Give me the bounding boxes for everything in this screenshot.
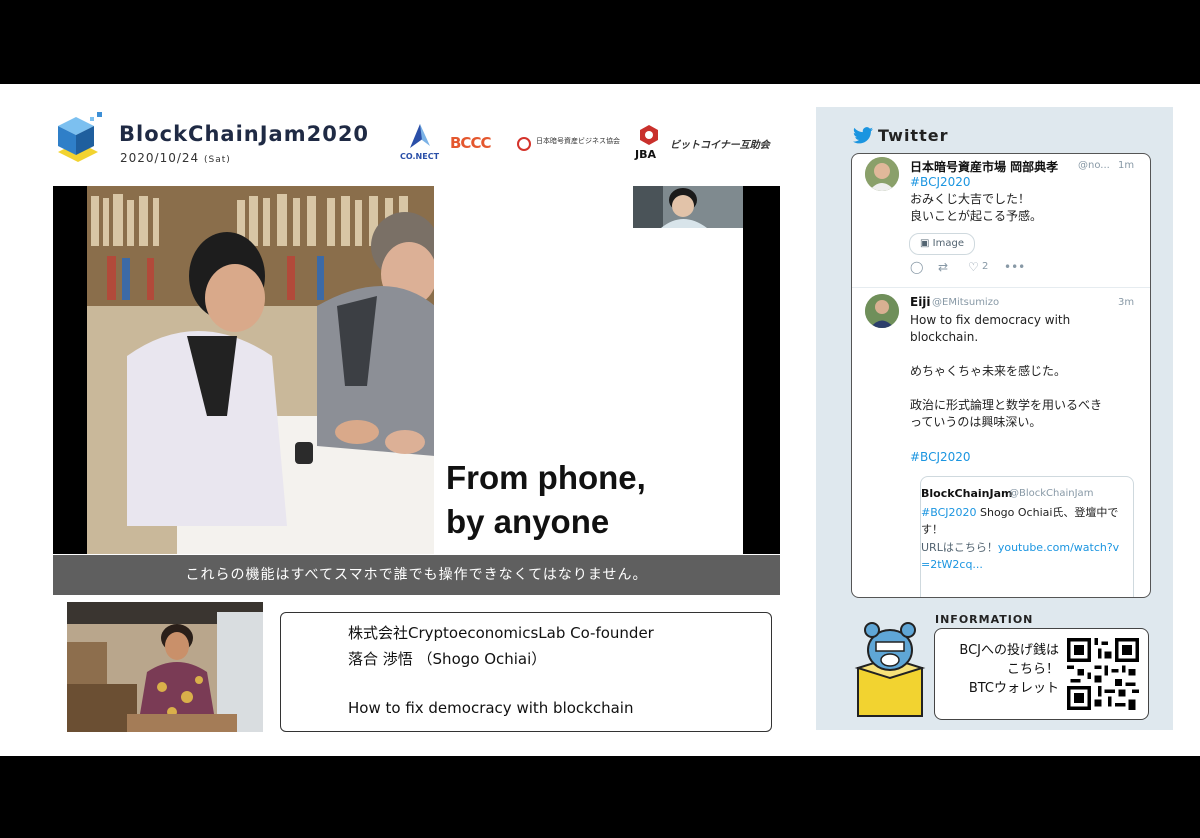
speaker-camera — [67, 602, 263, 732]
quoted-url-line: URLはこちら！youtube.com/watch?v=2tW2cq... — [921, 539, 1127, 573]
pip-camera-image — [633, 186, 743, 228]
tweet-1-like-count: 2 — [982, 261, 989, 272]
image-icon: ▣ — [920, 238, 933, 249]
blockchainjam-cube-logo — [58, 112, 102, 162]
quoted-text: #BCJ2020 Shogo Ochiai氏、登壇中です！ — [921, 504, 1127, 538]
event-day: (Sat) — [204, 155, 231, 165]
event-title: BlockChainJam2020 — [119, 122, 370, 146]
tweet-1-hashtag[interactable]: #BCJ2020 — [910, 174, 971, 191]
quoted-hashtag[interactable]: #BCJ2020 — [921, 506, 977, 519]
jba-hex-icon — [640, 125, 658, 145]
conect-logo-icon — [410, 124, 430, 148]
sponsor-bccc: BCCC — [450, 134, 491, 152]
tweet-2-hashtag[interactable]: #BCJ2020 — [910, 449, 971, 466]
quoted-url-prefix: URLはこちら！ — [921, 541, 998, 554]
tweet-1-image-chip[interactable]: ▣ Image — [909, 233, 975, 255]
tweet-2-name[interactable]: Eiji — [910, 295, 931, 309]
presentation-slide: From phone, by anyone — [53, 186, 780, 554]
tweet-1-avatar-image — [865, 157, 899, 191]
twitter-feed[interactable]: 日本暗号資産市場 岡部典孝 @no... 1m #BCJ2020 おみくじ大吉で… — [851, 153, 1151, 598]
tweet-1-avatar[interactable] — [865, 157, 899, 191]
presenter-pip-camera — [633, 186, 743, 228]
speaker-affiliation: 株式会社CryptoeconomicsLab Co-founder — [348, 624, 654, 642]
jcba-ring-icon — [517, 137, 531, 151]
slide-caption: From phone, by anyone — [446, 459, 646, 540]
twitter-bird-icon — [853, 127, 873, 144]
speaker-info-box: 株式会社CryptoeconomicsLab Co-founder 落合 渉悟 … — [280, 612, 772, 732]
tweet-2-avatar[interactable] — [865, 294, 899, 328]
sponsor-logos: CO.NECT BCCC 日本暗号資産ビジネス協会 JBA ビットコイナー互助会 — [398, 122, 778, 166]
information-label: INFORMATION — [935, 613, 1034, 626]
talk-title: How to fix democracy with blockchain — [348, 699, 634, 717]
mascot-bear — [854, 622, 926, 717]
tweet-2-handle: @EMitsumizo — [932, 297, 1000, 308]
speaker-name: 落合 渉悟 （Shogo Ochiai） — [348, 650, 547, 668]
tweet-1-name[interactable]: 日本暗号資産市場 岡部典孝 — [910, 158, 1058, 175]
slide-photo — [87, 186, 435, 554]
event-date-value: 2020/10/24 — [120, 151, 200, 165]
retweet-icon[interactable]: ⇄ — [938, 260, 948, 274]
tweet-2-avatar-image — [865, 294, 899, 328]
tweet-1-handle: @no... — [1078, 160, 1110, 171]
more-icon[interactable]: ••• — [1004, 260, 1025, 274]
tweet-1-text: おみくじ大吉でした！ 良いことが起こる予感。 — [910, 192, 1043, 223]
tweet-1-time: 1m — [1118, 160, 1135, 171]
quoted-tweet[interactable]: BlockChainJam @BlockChainJam #BCJ2020 Sh… — [920, 476, 1134, 597]
sponsor-jcba: 日本暗号資産ビジネス協会 — [536, 137, 620, 145]
sponsor-jba: JBA — [635, 148, 656, 161]
sponsor-bitcoiner: ビットコイナー互助会 — [670, 140, 770, 151]
quoted-handle: @BlockChainJam — [1009, 488, 1094, 499]
quoted-name: BlockChainJam — [921, 487, 1013, 500]
like-icon[interactable]: ♡ — [968, 260, 979, 274]
reply-icon[interactable]: ◯ — [910, 260, 923, 274]
subtitle-bar: これらの機能はすべてスマホで誰でも操作できなくてはなりません。 — [53, 555, 780, 595]
tweet-1-actions: ◯ ⇄ ♡ 2 ••• — [910, 260, 1070, 276]
donation-text: BCJへの投げ銭は こちら！ BTCウォレット — [959, 643, 1059, 696]
qr-code[interactable] — [1067, 638, 1139, 710]
tweet-2-text: How to fix democracy with blockchain. めち… — [910, 313, 1103, 429]
donation-box: BCJへの投げ銭は こちら！ BTCウォレット — [934, 628, 1149, 720]
tweet-1-image-label: Image — [932, 238, 964, 249]
twitter-heading: Twitter — [878, 126, 949, 145]
event-date: 2020/10/24 (Sat) — [120, 151, 231, 165]
sponsor-conect: CO.NECT — [400, 152, 440, 161]
tweet-2-time: 3m — [1118, 297, 1135, 308]
speaker-camera-image — [67, 602, 263, 732]
tweet-divider — [852, 287, 1150, 288]
